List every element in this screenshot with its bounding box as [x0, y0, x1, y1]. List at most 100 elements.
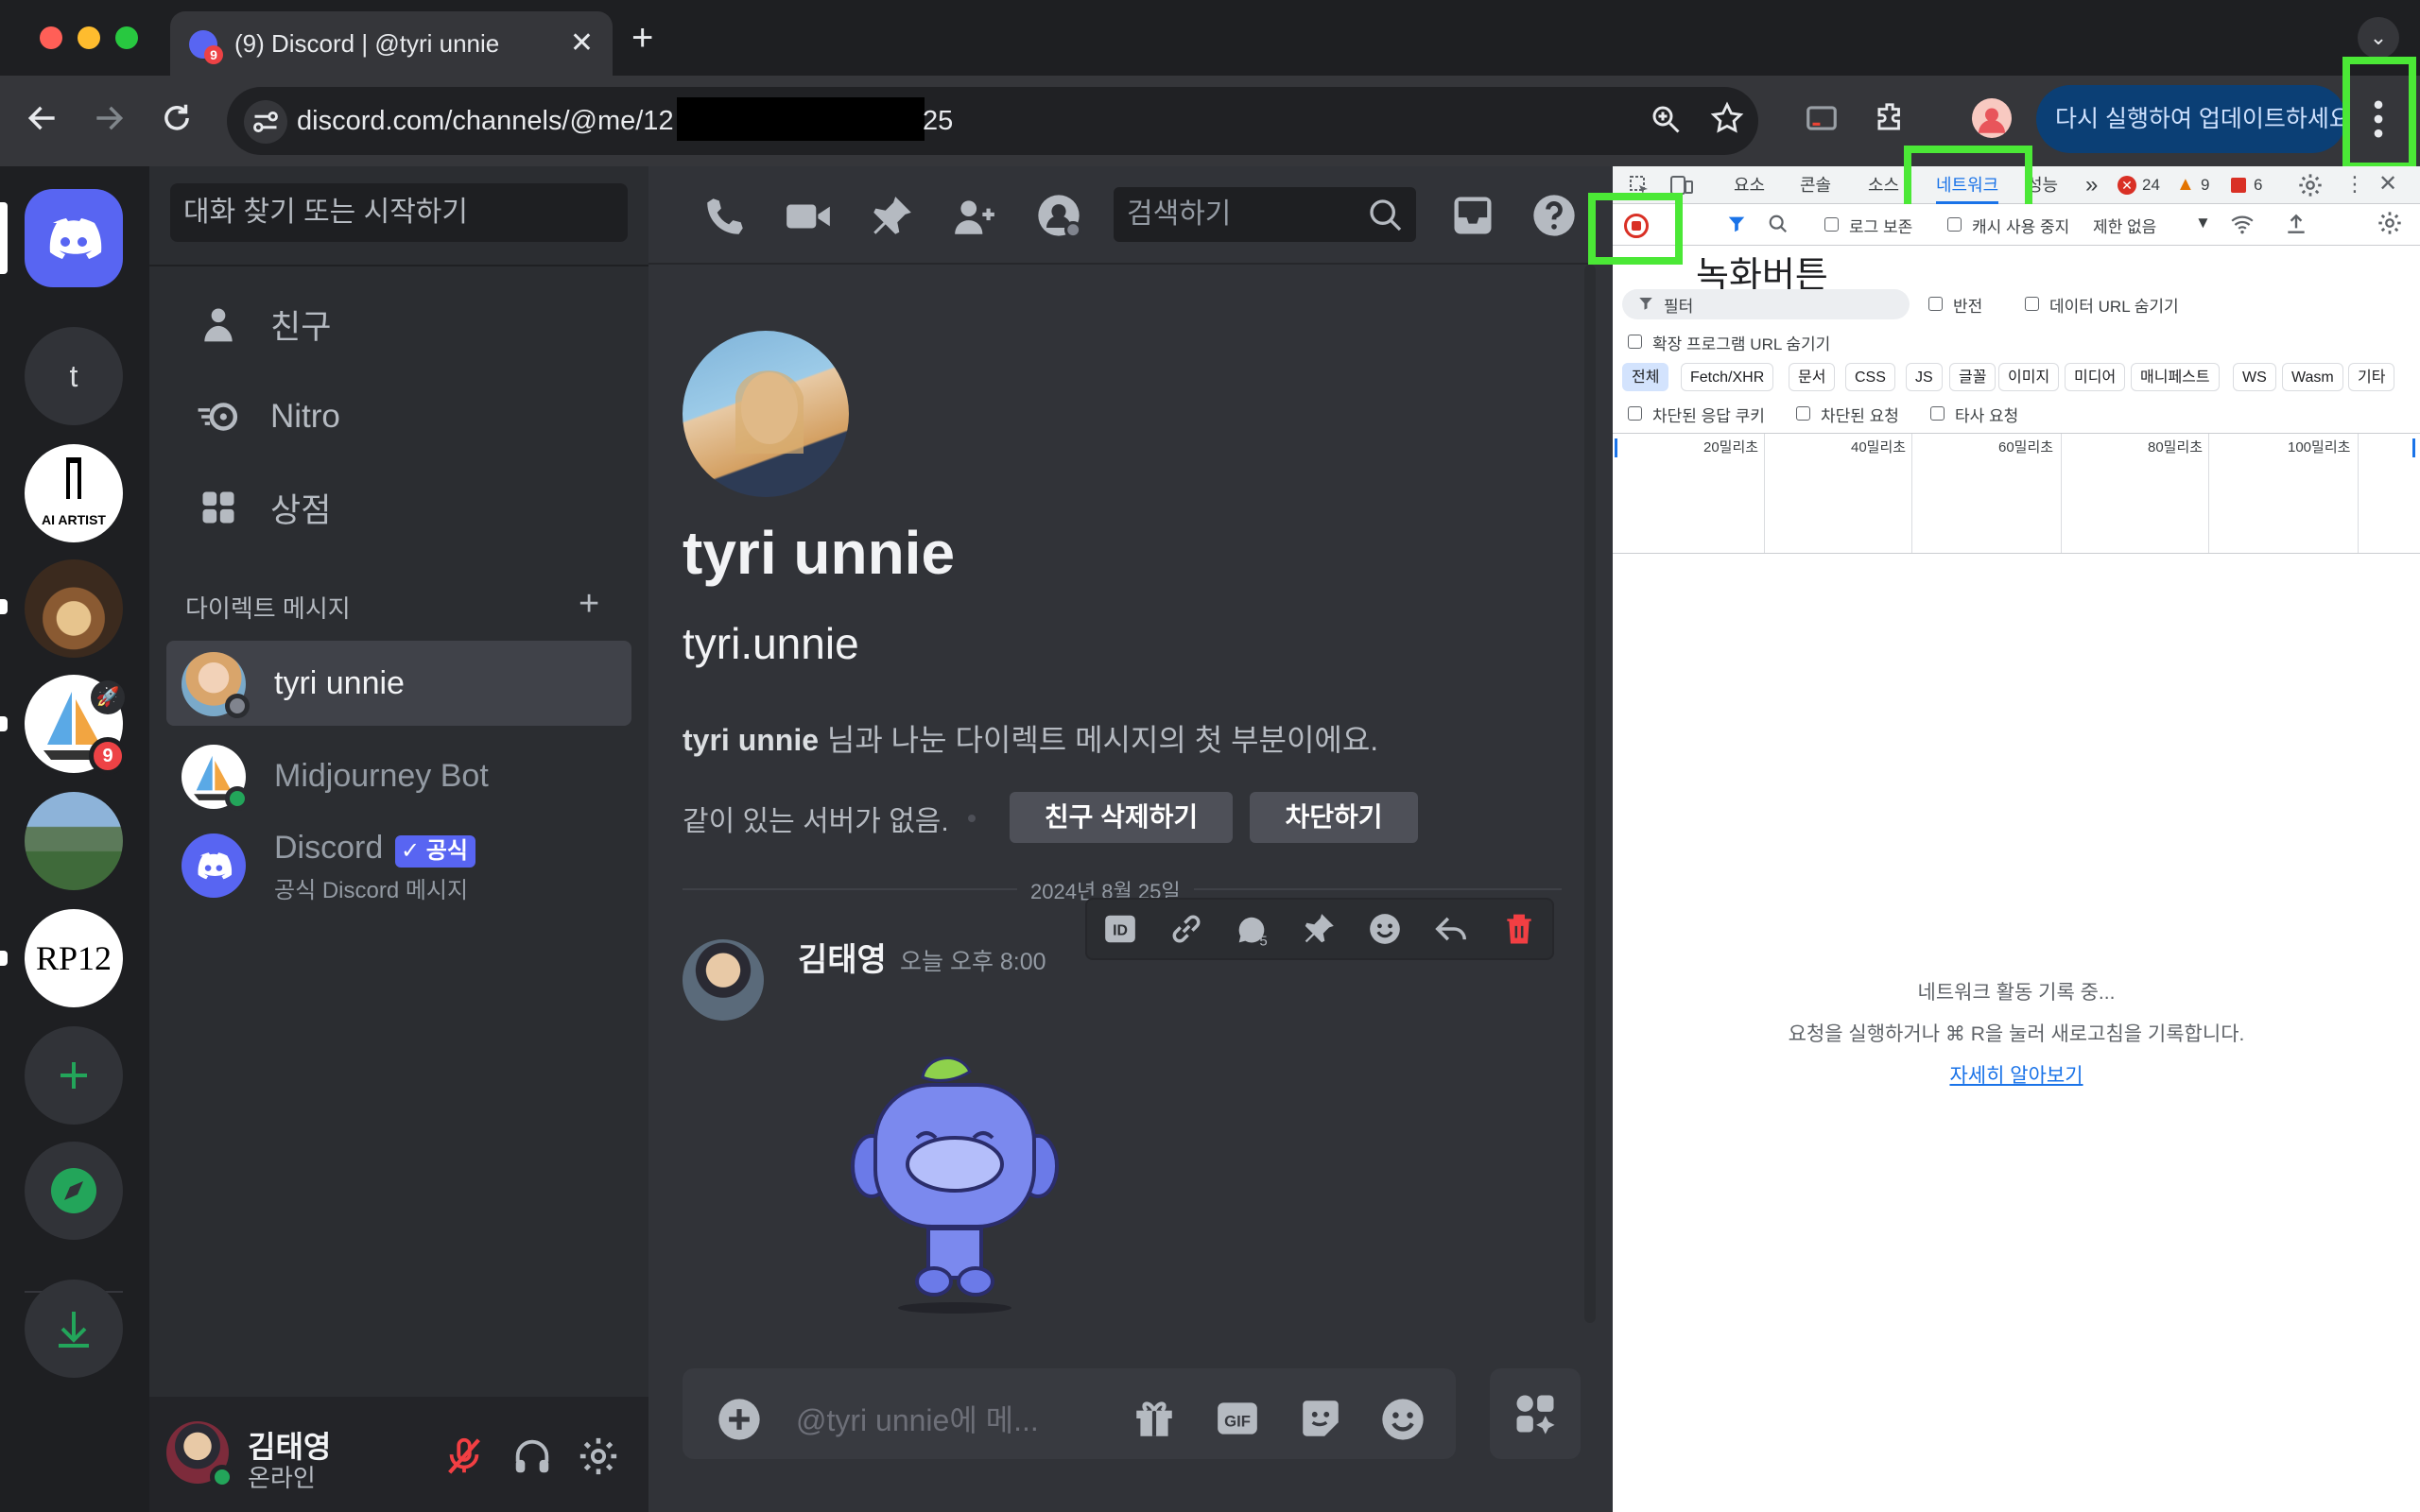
network-conditions-wifi-icon[interactable]	[2229, 212, 2256, 236]
profile-avatar[interactable]	[1972, 98, 2012, 138]
upload-plus-icon[interactable]	[715, 1395, 764, 1444]
type-filter-font[interactable]: 글꼴	[1949, 363, 1996, 391]
type-filter-doc[interactable]: 문서	[1789, 363, 1836, 391]
nav-friends[interactable]: 친구	[166, 284, 631, 365]
record-stop-icon[interactable]	[1624, 214, 1649, 238]
reply-icon[interactable]	[1433, 911, 1469, 947]
throttling-select[interactable]: 제한 없음	[2093, 214, 2156, 237]
close-window-button[interactable]	[40, 26, 62, 49]
dm-item-tyri-unnie[interactable]: tyri unnie	[166, 641, 631, 726]
update-relaunch-button[interactable]: 다시 실행하여 업데이트하세요	[2036, 85, 2346, 153]
maximize-window-button[interactable]	[115, 26, 138, 49]
find-conversation-input[interactable]: 대화 찾기 또는 시작하기	[170, 183, 628, 242]
message-author[interactable]: 김태영	[798, 934, 887, 980]
wumpus-wave-sticker[interactable]	[822, 1043, 1087, 1317]
import-har-upload-icon[interactable]	[2284, 212, 2308, 236]
close-devtools-icon[interactable]: ✕	[2378, 170, 2397, 198]
type-filter-fetch-xhr[interactable]: Fetch/XHR	[1681, 363, 1774, 391]
type-filter-media[interactable]: 미디어	[2065, 363, 2126, 391]
disable-cache-checkbox[interactable]	[1947, 217, 1962, 232]
blocked-requests-checkbox[interactable]	[1796, 406, 1810, 421]
server-coffee[interactable]	[25, 559, 123, 658]
issues-count[interactable]: 6	[2254, 176, 2262, 195]
add-server-button[interactable]	[25, 1026, 123, 1125]
server-mountain[interactable]	[25, 792, 123, 890]
preserve-log-checkbox[interactable]	[1824, 217, 1839, 232]
message-input-placeholder[interactable]: @tyri unnie에 메...	[796, 1397, 1039, 1440]
third-party-checkbox[interactable]	[1930, 406, 1945, 421]
pinned-messages-icon[interactable]	[868, 193, 915, 240]
devtools-tab-network[interactable]: 네트워크	[1936, 166, 1999, 204]
browser-tab-discord[interactable]: 9 (9) Discord | @tyri unnie ✕	[170, 11, 613, 76]
extensions-icon[interactable]	[1872, 100, 1908, 136]
hide-data-urls-checkbox[interactable]	[2025, 297, 2039, 311]
throttling-dropdown-icon[interactable]: ▼	[2195, 214, 2211, 232]
gif-icon[interactable]: GIF	[1214, 1395, 1261, 1442]
learn-more-link[interactable]: 자세히 알아보기	[1613, 1060, 2420, 1089]
help-icon[interactable]	[1530, 191, 1579, 240]
cast-icon[interactable]	[1804, 100, 1840, 136]
nav-shop[interactable]: 상점	[166, 467, 631, 548]
type-filter-manifest[interactable]: 매니페스트	[2131, 363, 2220, 391]
add-friends-to-dm-icon[interactable]	[951, 193, 998, 240]
add-reaction-icon[interactable]	[1367, 911, 1403, 947]
inspect-element-icon[interactable]	[1628, 174, 1651, 197]
devtools-tab-elements[interactable]: 요소	[1734, 166, 1765, 204]
devtools-more-icon[interactable]: ⋮	[2344, 172, 2365, 197]
filter-funnel-icon[interactable]	[1726, 214, 1747, 234]
create-dm-button[interactable]: +	[579, 584, 599, 625]
dm-item-discord[interactable]: Discord ✓ 공식 공식 Discord 메시지	[166, 822, 631, 907]
explore-servers-button[interactable]	[25, 1142, 123, 1240]
more-menu-icon[interactable]	[2367, 94, 2390, 144]
nav-nitro[interactable]: Nitro	[166, 376, 631, 457]
back-icon[interactable]	[25, 100, 60, 136]
timeline-handle-right[interactable]	[2412, 438, 2415, 457]
gift-icon[interactable]	[1131, 1395, 1178, 1442]
chat-scrollbar[interactable]	[1584, 265, 1596, 1323]
device-toolbar-icon[interactable]	[1669, 174, 1694, 197]
server-t[interactable]: t	[25, 327, 123, 425]
copy-id-icon[interactable]: ID	[1102, 911, 1138, 947]
hide-extension-urls-checkbox[interactable]	[1628, 335, 1642, 349]
type-filter-wasm[interactable]: Wasm	[2282, 363, 2343, 391]
message-author-avatar[interactable]	[683, 939, 764, 1021]
search-icon[interactable]	[1768, 214, 1789, 234]
error-count[interactable]: 24	[2142, 176, 2160, 195]
server-ai-artist[interactable]: AI ARTIST	[25, 444, 123, 542]
timeline-handle-left[interactable]	[1615, 438, 1617, 457]
dm-item-midjourney-bot[interactable]: Midjourney Bot	[166, 733, 631, 818]
reload-icon[interactable]	[159, 100, 195, 136]
devtools-settings-gear-icon[interactable]	[2297, 172, 2324, 198]
inbox-icon[interactable]	[1448, 191, 1497, 240]
network-settings-gear-icon[interactable]	[2377, 210, 2403, 236]
more-tabs-chevron-icon[interactable]: »	[2085, 166, 2098, 204]
create-thread-icon[interactable]: 5	[1233, 911, 1270, 949]
user-settings-gear-icon[interactable]	[577, 1435, 620, 1478]
recipient-avatar-large[interactable]	[683, 331, 849, 497]
devtools-tab-console[interactable]: 콘솔	[1800, 166, 1831, 204]
show-user-profile-icon[interactable]	[1034, 191, 1083, 240]
site-info-icon[interactable]	[244, 100, 287, 144]
copy-link-icon[interactable]	[1168, 911, 1204, 947]
bookmark-star-icon[interactable]	[1709, 100, 1745, 136]
pin-message-icon[interactable]	[1301, 911, 1337, 947]
type-filter-all[interactable]: 전체	[1622, 363, 1669, 391]
close-tab-icon[interactable]: ✕	[570, 11, 594, 76]
sticker-icon[interactable]	[1297, 1395, 1344, 1442]
download-apps-button[interactable]	[25, 1280, 123, 1378]
devtools-tab-sources[interactable]: 소스	[1868, 166, 1899, 204]
start-voice-call-icon[interactable]	[701, 193, 749, 240]
type-filter-js[interactable]: JS	[1906, 363, 1943, 391]
block-button[interactable]: 차단하기	[1250, 792, 1418, 843]
start-video-call-icon[interactable]	[783, 193, 834, 240]
warning-count[interactable]: 9	[2201, 176, 2209, 195]
zoom-icon[interactable]	[1649, 102, 1683, 136]
new-tab-button[interactable]: +	[631, 17, 653, 60]
type-filter-css[interactable]: CSS	[1845, 363, 1895, 391]
devtools-tab-performance[interactable]: 성능	[2027, 166, 2058, 204]
muted-mic-icon[interactable]	[442, 1435, 486, 1478]
type-filter-other[interactable]: 기타	[2348, 363, 2395, 391]
minimize-window-button[interactable]	[78, 26, 100, 49]
headphones-icon[interactable]	[510, 1435, 554, 1478]
blocked-cookies-checkbox[interactable]	[1628, 406, 1642, 421]
